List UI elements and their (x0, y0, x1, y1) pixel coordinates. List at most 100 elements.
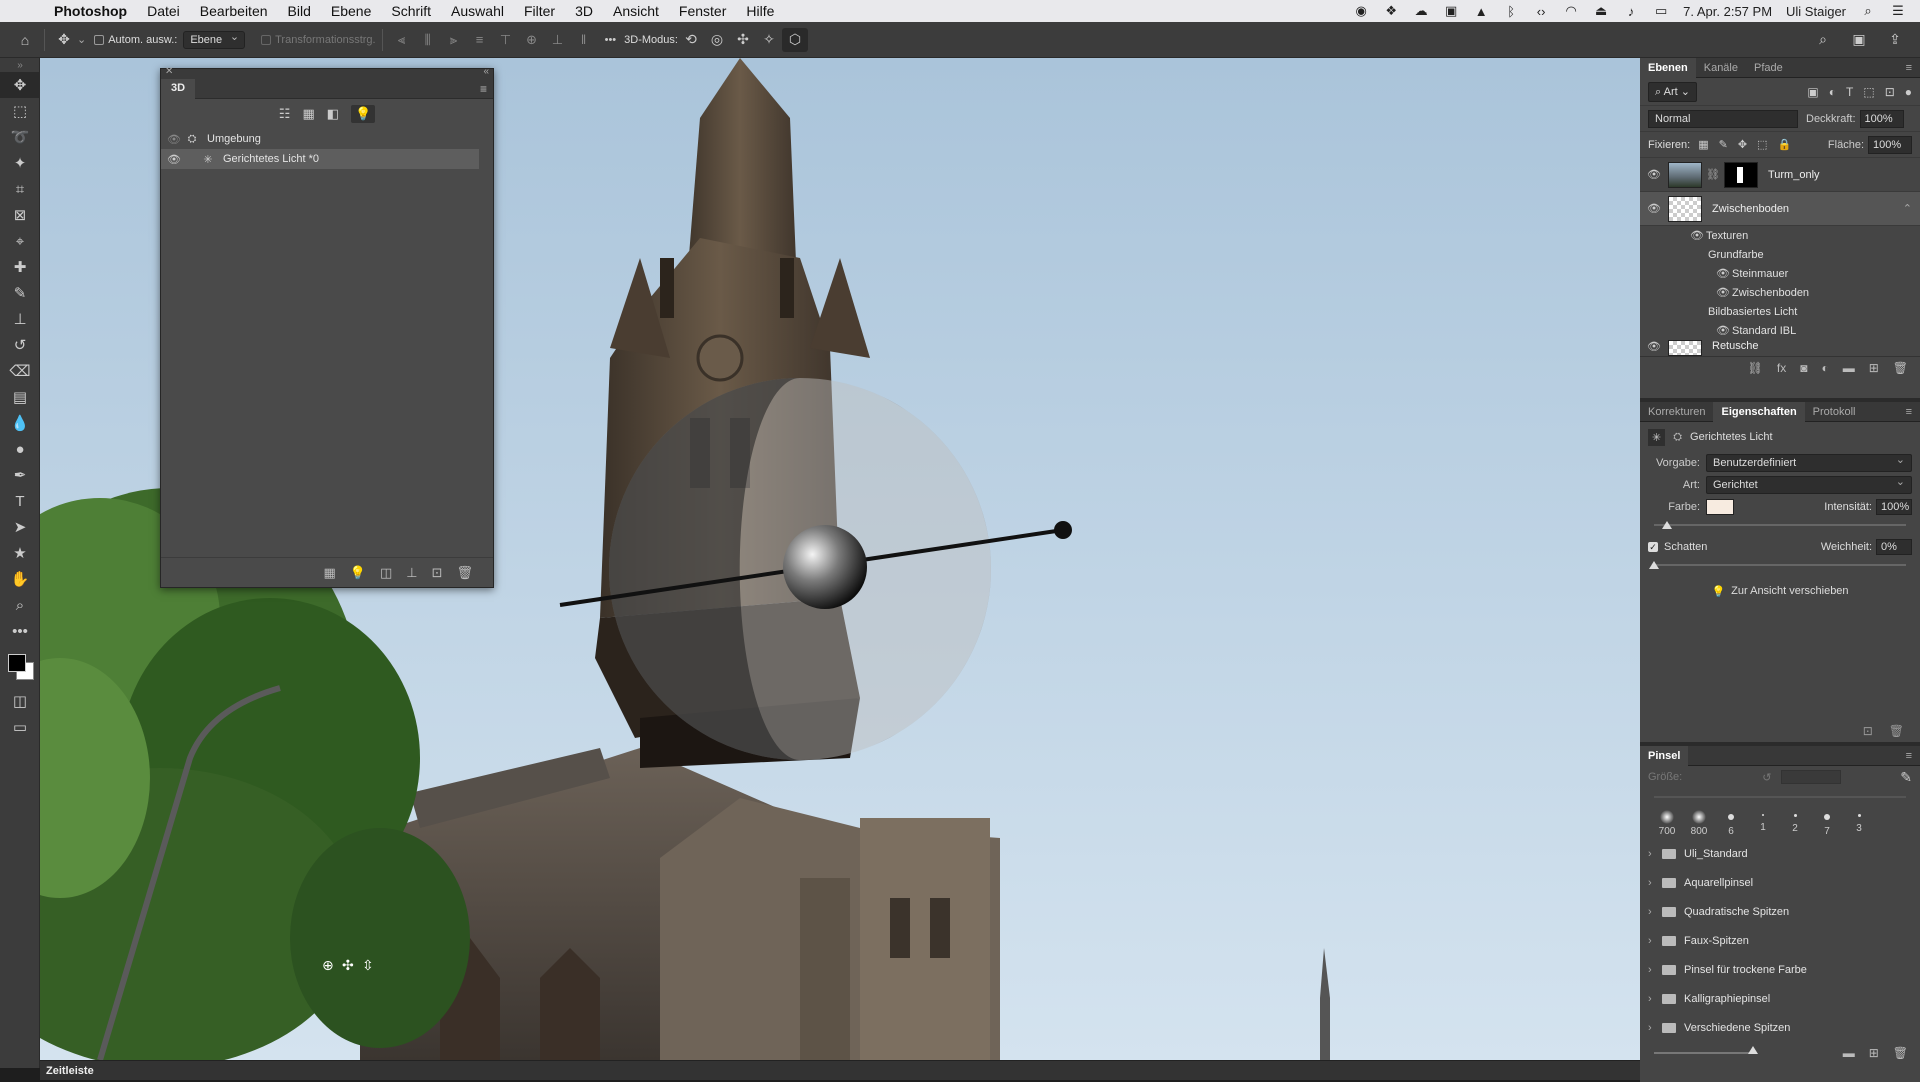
panel-grip[interactable]: ✕ « (161, 66, 493, 79)
delete-icon[interactable]: 🗑 (1889, 724, 1904, 738)
tab-history[interactable]: Protokoll (1805, 402, 1864, 422)
tab-3d[interactable]: 3D (161, 78, 196, 99)
color-swatches[interactable] (0, 644, 40, 688)
duplicate-icon[interactable]: ⊡ (432, 565, 443, 581)
foreground-color-swatch[interactable] (8, 654, 26, 672)
constraint-icon[interactable]: ◫ (380, 565, 392, 581)
add-mask-icon[interactable]: ◙ (1800, 361, 1807, 375)
align-hcenter-icon[interactable]: ⫼ (415, 32, 441, 48)
sublayer-textures[interactable]: 👁 Texturen (1640, 226, 1920, 245)
sublayer-stone[interactable]: 👁 Steinmauer (1640, 264, 1920, 283)
zoom-tool-icon[interactable]: ⌕ (0, 592, 40, 618)
preset-dropdown[interactable]: Benutzerdefiniert (1706, 453, 1912, 472)
visibility-eye-icon[interactable]: 👁 (1716, 286, 1732, 299)
scale-3d-icon[interactable]: ⬡ (781, 27, 808, 52)
chevron-right-icon[interactable]: › (1648, 935, 1662, 947)
pen-tool-icon[interactable]: ✒ (0, 462, 40, 488)
opacity-input[interactable]: 100% (1859, 109, 1904, 128)
slider-knob[interactable] (1649, 561, 1659, 569)
filter-pixel-icon[interactable]: ▣ (1807, 85, 1818, 99)
softness-input[interactable]: 0% (1876, 539, 1912, 555)
brush-tool-icon[interactable]: ✎ (0, 280, 40, 306)
brush-folder[interactable]: › Uli_Standard (1640, 839, 1920, 868)
menu-hilfe[interactable]: Hilfe (736, 3, 784, 19)
menu-schrift[interactable]: Schrift (381, 3, 441, 19)
bluetooth-icon[interactable]: ᛒ (1503, 4, 1519, 19)
link-icon[interactable]: ⛓ (1706, 168, 1720, 181)
history-brush-tool-icon[interactable]: ↺ (0, 332, 40, 358)
screen-mode-icon[interactable]: ▭ (0, 714, 40, 740)
auto-select-dropdown[interactable]: Ebene (183, 30, 246, 49)
brush-folder[interactable]: › Verschiedene Spitzen (1640, 1013, 1920, 1042)
fill-input[interactable]: 100% (1868, 135, 1912, 154)
move-tool-icon[interactable]: ✥ (0, 72, 40, 98)
chevron-down-icon[interactable]: ⌄ (77, 33, 86, 46)
align-right-icon[interactable]: ⫸ (441, 32, 467, 48)
intensity-slider[interactable] (1654, 518, 1906, 532)
scene-item-environment[interactable]: 👁 ⛭ Umgebung (161, 129, 493, 149)
softness-slider[interactable] (1649, 558, 1906, 572)
filter-shape-icon[interactable]: ⬚ (1863, 85, 1874, 99)
lock-pixels-icon[interactable]: ✎ (1719, 138, 1728, 151)
delete-layer-icon[interactable]: 🗑 (1893, 361, 1908, 375)
chevron-right-icon[interactable]: › (1648, 906, 1662, 918)
slide-3d-icon[interactable]: ✧ (756, 28, 782, 52)
layer-row[interactable]: 👁 Zwischenboden ⌃ (1640, 192, 1920, 226)
layer-row[interactable]: 👁 ⛓ Turm_only (1640, 158, 1920, 192)
add-light-icon[interactable]: 💡 (350, 565, 366, 581)
notification-center-icon[interactable]: ☰ (1890, 3, 1906, 18)
new-brush-icon[interactable]: ✎ (1900, 769, 1912, 786)
lock-position-icon[interactable]: ✥ (1738, 138, 1747, 151)
sublayer-base-color[interactable]: Grundfarbe (1640, 245, 1920, 264)
distribute-vertical-icon[interactable]: ‖ (571, 32, 597, 47)
slider-knob[interactable] (1661, 521, 1672, 529)
blur-tool-icon[interactable]: 💧 (0, 410, 40, 436)
menu-datei[interactable]: Datei (137, 3, 190, 19)
transform-controls-checkbox[interactable] (261, 34, 272, 45)
light-type-icon[interactable]: ✳ (1648, 428, 1666, 446)
lock-all-icon[interactable]: 🔒 (1777, 138, 1791, 151)
more-tools-icon[interactable]: ••• (0, 618, 40, 644)
workspace-icon[interactable]: ▣ (1846, 28, 1872, 52)
shape-tool-icon[interactable]: ★ (0, 540, 40, 566)
align-bottom-icon[interactable]: ⊥ (545, 32, 571, 48)
frame-tool-icon[interactable]: ⊠ (0, 202, 40, 228)
light-type-dropdown[interactable]: Gerichtet (1706, 475, 1912, 494)
new-brush-icon[interactable]: ⊞ (1869, 1046, 1879, 1060)
visibility-eye-icon[interactable]: 👁 (1640, 202, 1668, 215)
brush-preset[interactable]: 3 (1846, 810, 1872, 837)
menu-app[interactable]: Photoshop (44, 3, 137, 19)
drag-3d-icon[interactable]: ✣ (730, 28, 756, 52)
filter-toggle-icon[interactable]: ● (1905, 85, 1912, 99)
eyedropper-tool-icon[interactable]: ⌖ (0, 228, 40, 254)
brush-preset[interactable]: 700 (1654, 810, 1680, 837)
panel-menu-icon[interactable]: ≡ (480, 82, 487, 96)
stamp-tool-icon[interactable]: ⊥ (0, 306, 40, 332)
fx-icon[interactable]: fx (1777, 361, 1786, 375)
roll-3d-icon[interactable]: ◎ (704, 28, 730, 52)
clock[interactable]: 7. Apr. 2:57 PM (1683, 4, 1772, 19)
filter-adjustment-icon[interactable]: ◐ (1829, 85, 1836, 99)
new-folder-icon[interactable]: ▬ (1843, 1046, 1855, 1060)
new-layer-icon[interactable]: ⊞ (1869, 361, 1879, 375)
hand-tool-icon[interactable]: ✋ (0, 566, 40, 592)
timeline-bar[interactable]: Zeitleiste (40, 1060, 1640, 1080)
filter-smartobject-icon[interactable]: ⊡ (1885, 85, 1895, 99)
app-status-icon[interactable]: ▣ (1443, 3, 1459, 18)
collapse-arrow-icon[interactable]: ⌃ (1903, 202, 1912, 215)
new-group-icon[interactable]: ▬ (1843, 361, 1855, 375)
brush-folder[interactable]: › Quadratische Spitzen (1640, 897, 1920, 926)
lock-artboard-icon[interactable]: ⬚ (1757, 138, 1767, 151)
layer-row[interactable]: 👁 Retusche (1640, 340, 1920, 356)
brush-preset[interactable]: 1 (1750, 810, 1776, 837)
healing-brush-tool-icon[interactable]: ✚ (0, 254, 40, 280)
menu-bild[interactable]: Bild (278, 3, 321, 19)
intensity-input[interactable]: 100% (1876, 499, 1912, 515)
expand-collapse-icon[interactable]: » (0, 58, 40, 72)
notification-bell-icon[interactable]: ▲ (1473, 4, 1489, 19)
layer-filter-dropdown[interactable]: ⌕ Art ⌄ (1648, 81, 1697, 102)
brush-folder[interactable]: › Kalligraphiepinsel (1640, 984, 1920, 1013)
menu-ebene[interactable]: Ebene (321, 3, 381, 19)
filter-materials-icon[interactable]: ◧ (327, 106, 339, 122)
move-to-ground-icon[interactable]: ⊥ (406, 565, 417, 581)
